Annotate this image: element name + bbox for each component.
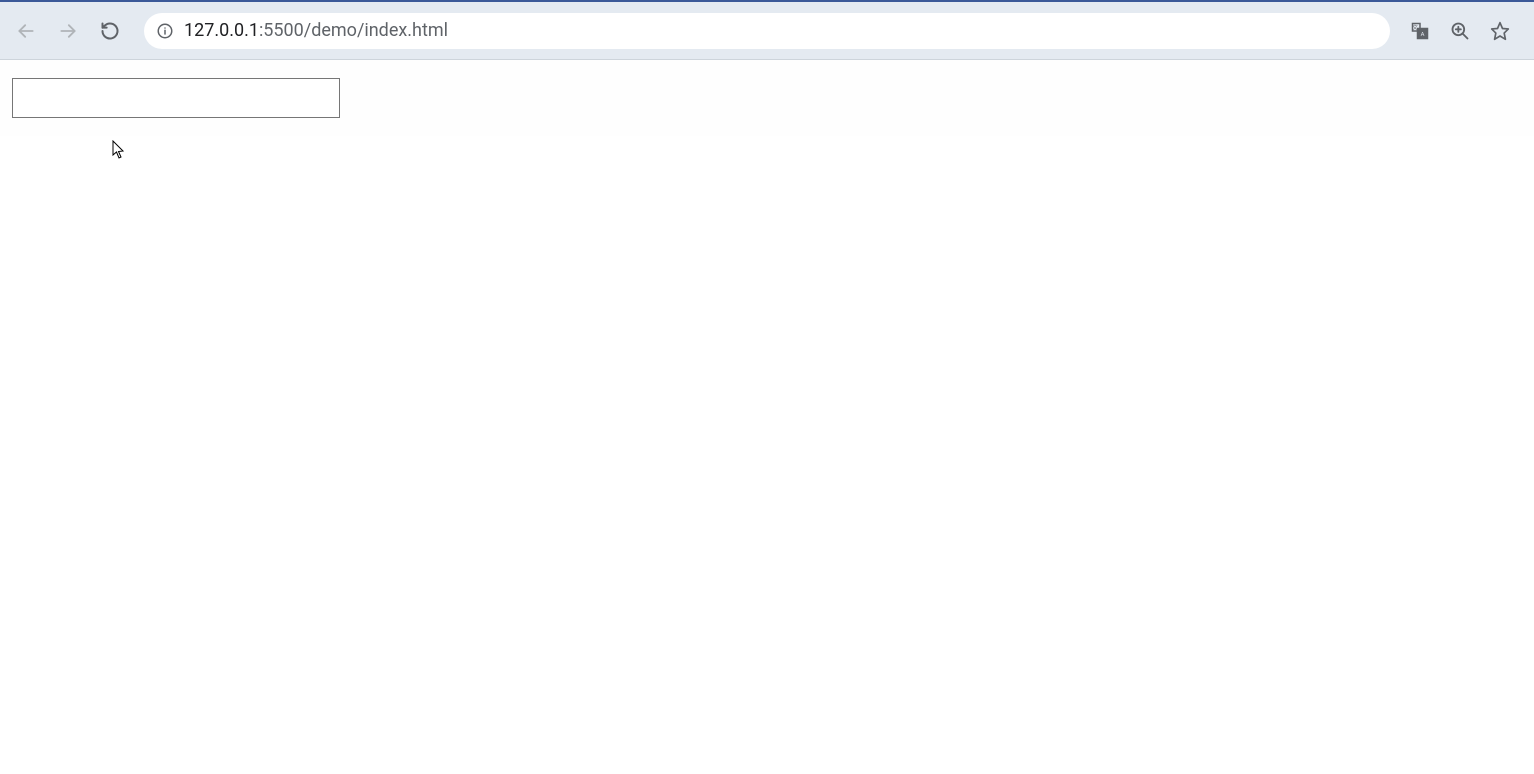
svg-text:文: 文 <box>1412 23 1418 31</box>
bookmark-button[interactable] <box>1482 13 1518 49</box>
reload-icon <box>100 21 120 41</box>
forward-button[interactable] <box>50 13 86 49</box>
address-bar[interactable]: 127.0.0.1:5500/demo/index.html <box>144 13 1390 49</box>
svg-text:A: A <box>1421 32 1425 38</box>
zoom-icon <box>1450 21 1470 41</box>
url-path: /demo/index.html <box>304 20 448 41</box>
back-button[interactable] <box>8 13 44 49</box>
translate-button[interactable]: 文 A <box>1402 13 1438 49</box>
page-content <box>0 60 1534 136</box>
url-text: 127.0.0.1:5500/demo/index.html <box>184 20 448 41</box>
reload-button[interactable] <box>92 13 128 49</box>
browser-toolbar: 127.0.0.1:5500/demo/index.html 文 A <box>0 0 1534 60</box>
arrow-right-icon <box>58 21 78 41</box>
toolbar-right: 文 A <box>1402 13 1526 49</box>
zoom-button[interactable] <box>1442 13 1478 49</box>
translate-icon: 文 A <box>1410 21 1430 41</box>
star-icon <box>1490 21 1510 41</box>
site-info-icon[interactable] <box>156 22 174 40</box>
url-port: :5500 <box>259 20 304 41</box>
url-host: 127.0.0.1 <box>184 20 259 41</box>
text-input[interactable] <box>12 78 340 118</box>
arrow-left-icon <box>16 21 36 41</box>
mouse-cursor-icon <box>112 140 126 160</box>
